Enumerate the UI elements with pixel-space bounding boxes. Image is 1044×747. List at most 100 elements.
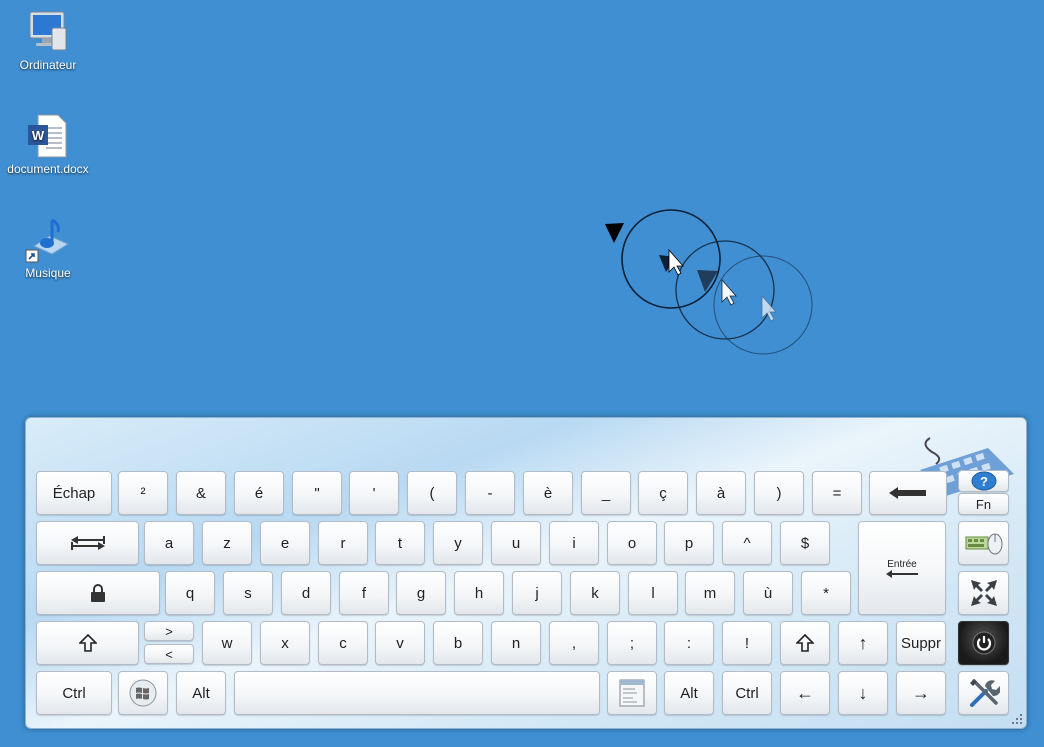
key-circumflex[interactable]: ^ bbox=[722, 521, 772, 565]
key-underscore[interactable]: _ bbox=[581, 471, 631, 515]
key-label: _ bbox=[601, 484, 611, 502]
key-q[interactable]: q bbox=[165, 571, 215, 615]
key-echap[interactable]: Échap bbox=[36, 471, 112, 515]
key-f[interactable]: f bbox=[339, 571, 389, 615]
key-k[interactable]: k bbox=[570, 571, 620, 615]
key-shift-left[interactable] bbox=[36, 621, 139, 665]
key-enter[interactable]: Entrée bbox=[858, 521, 946, 615]
windows-logo-icon bbox=[129, 679, 157, 707]
key-power[interactable] bbox=[958, 621, 1009, 665]
key-equals[interactable]: = bbox=[812, 471, 862, 515]
key-asterisk[interactable]: * bbox=[801, 571, 851, 615]
key-shift-right[interactable] bbox=[780, 621, 830, 665]
key-x[interactable]: x bbox=[260, 621, 310, 665]
key-arrow-right[interactable]: → bbox=[896, 671, 946, 715]
key-close-paren[interactable]: ) bbox=[754, 471, 804, 515]
key-b[interactable]: b bbox=[433, 621, 483, 665]
enter-arrow-icon bbox=[886, 569, 918, 578]
key-z[interactable]: z bbox=[202, 521, 252, 565]
key-m[interactable]: m bbox=[685, 571, 735, 615]
key-a[interactable]: a bbox=[144, 521, 194, 565]
key-w[interactable]: w bbox=[202, 621, 252, 665]
key-keyboard-options[interactable] bbox=[958, 521, 1009, 565]
key-j[interactable]: j bbox=[512, 571, 562, 615]
key-less-than[interactable]: < bbox=[144, 644, 194, 664]
key-label: t bbox=[397, 534, 403, 552]
desktop-icon-label: document.docx bbox=[7, 162, 89, 176]
key-fn[interactable]: Fn bbox=[958, 493, 1009, 515]
key-c-cedilla[interactable]: ç bbox=[638, 471, 688, 515]
key-arrow-left[interactable]: ← bbox=[780, 671, 830, 715]
key-tab[interactable] bbox=[36, 521, 139, 565]
key-apostrophe[interactable]: ' bbox=[349, 471, 399, 515]
key-u[interactable]: u bbox=[491, 521, 541, 565]
key-ctrl-right[interactable]: Ctrl bbox=[722, 671, 772, 715]
desktop-icon-document[interactable]: W document.docx bbox=[0, 112, 96, 176]
key-i[interactable]: i bbox=[549, 521, 599, 565]
key-arrow-up[interactable]: ↑ bbox=[838, 621, 888, 665]
key-t[interactable]: t bbox=[375, 521, 425, 565]
key-alt-right[interactable]: Alt bbox=[664, 671, 714, 715]
key-r[interactable]: r bbox=[318, 521, 368, 565]
key-exclamation[interactable]: ! bbox=[722, 621, 772, 665]
key-semicolon[interactable]: ; bbox=[607, 621, 657, 665]
key-o[interactable]: o bbox=[607, 521, 657, 565]
key-label: , bbox=[571, 634, 577, 652]
key-windows[interactable] bbox=[118, 671, 168, 715]
key-label: o bbox=[627, 534, 637, 552]
key-s[interactable]: s bbox=[223, 571, 273, 615]
key-e[interactable]: e bbox=[260, 521, 310, 565]
key-label: Ctrl bbox=[735, 684, 759, 702]
key-e-grave[interactable]: è bbox=[523, 471, 573, 515]
key-e-acute[interactable]: é bbox=[234, 471, 284, 515]
key-v[interactable]: v bbox=[375, 621, 425, 665]
key-a-grave[interactable]: à bbox=[696, 471, 746, 515]
key-open-paren[interactable]: ( bbox=[407, 471, 457, 515]
help-icon: ? bbox=[971, 471, 996, 491]
desktop-icon-label: Musique bbox=[25, 266, 71, 280]
key-superscript-two[interactable]: ² bbox=[118, 471, 168, 515]
key-suppr[interactable]: Suppr bbox=[896, 621, 946, 665]
key-dollar[interactable]: $ bbox=[780, 521, 830, 565]
key-label: q bbox=[185, 584, 195, 602]
key-dock[interactable] bbox=[958, 571, 1009, 615]
shift-icon bbox=[796, 634, 814, 652]
key-ampersand[interactable]: & bbox=[176, 471, 226, 515]
key-caps-lock[interactable] bbox=[36, 571, 160, 615]
computer-icon bbox=[24, 8, 72, 56]
key-h[interactable]: h bbox=[454, 571, 504, 615]
key-u-grave[interactable]: ù bbox=[743, 571, 793, 615]
key-c[interactable]: c bbox=[318, 621, 368, 665]
key-n[interactable]: n bbox=[491, 621, 541, 665]
key-backspace[interactable] bbox=[869, 471, 947, 515]
key-y[interactable]: y bbox=[433, 521, 483, 565]
desktop-icon-musique[interactable]: Musique bbox=[0, 216, 96, 280]
key-space[interactable] bbox=[234, 671, 600, 715]
key-context-menu[interactable] bbox=[607, 671, 657, 715]
key-l[interactable]: l bbox=[628, 571, 678, 615]
desktop-icon-ordinateur[interactable]: Ordinateur bbox=[0, 8, 96, 72]
key-colon[interactable]: : bbox=[664, 621, 714, 665]
key-label: ) bbox=[776, 484, 782, 502]
key-label: $ bbox=[800, 534, 810, 552]
key-d[interactable]: d bbox=[281, 571, 331, 615]
key-label: c bbox=[339, 634, 347, 652]
key-label: ' bbox=[372, 484, 376, 502]
key-alt-left[interactable]: Alt bbox=[176, 671, 226, 715]
cursor-trail-graphic bbox=[605, 209, 813, 355]
key-label: - bbox=[487, 484, 493, 502]
key-label: d bbox=[301, 584, 311, 602]
key-comma[interactable]: , bbox=[549, 621, 599, 665]
key-help[interactable]: ? bbox=[958, 470, 1009, 492]
key-label: ↑ bbox=[858, 632, 868, 653]
key-double-quote[interactable]: " bbox=[292, 471, 342, 515]
key-greater-than[interactable]: > bbox=[144, 621, 194, 641]
key-p[interactable]: p bbox=[664, 521, 714, 565]
key-settings[interactable] bbox=[958, 671, 1009, 715]
key-g[interactable]: g bbox=[396, 571, 446, 615]
key-hyphen[interactable]: - bbox=[465, 471, 515, 515]
resize-grip-icon[interactable] bbox=[1012, 714, 1022, 724]
key-ctrl-left[interactable]: Ctrl bbox=[36, 671, 112, 715]
key-arrow-down[interactable]: ↓ bbox=[838, 671, 888, 715]
key-label: ; bbox=[629, 634, 635, 652]
